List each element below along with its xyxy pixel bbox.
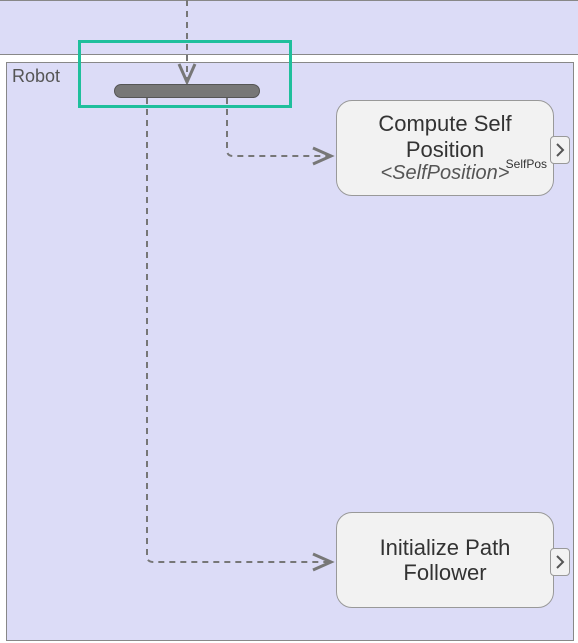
chevron-right-icon: [555, 555, 565, 569]
node-initialize-path-follower[interactable]: Initialize Path Follower: [336, 512, 554, 608]
node-title-line2: Follower: [403, 560, 486, 585]
port-label-selfpos: SelfPos: [506, 157, 547, 171]
node-title: Compute Self Position: [378, 111, 511, 162]
diagram-canvas[interactable]: Robot Compute Self Position <SelfPositio…: [0, 0, 578, 643]
output-port-init[interactable]: [550, 548, 570, 576]
node-title-line1: Initialize Path: [380, 535, 511, 560]
chevron-right-icon: [555, 143, 565, 157]
output-port-compute[interactable]: [550, 136, 570, 164]
robot-label: Robot: [12, 66, 60, 87]
selection-highlight: [78, 40, 292, 108]
node-compute-self-position[interactable]: Compute Self Position <SelfPosition> Sel…: [336, 100, 554, 196]
node-title: Initialize Path Follower: [380, 535, 511, 586]
node-title-line1: Compute Self: [378, 111, 511, 136]
node-stereotype: <SelfPosition>: [381, 162, 510, 185]
node-title-line2: Position: [406, 137, 484, 162]
